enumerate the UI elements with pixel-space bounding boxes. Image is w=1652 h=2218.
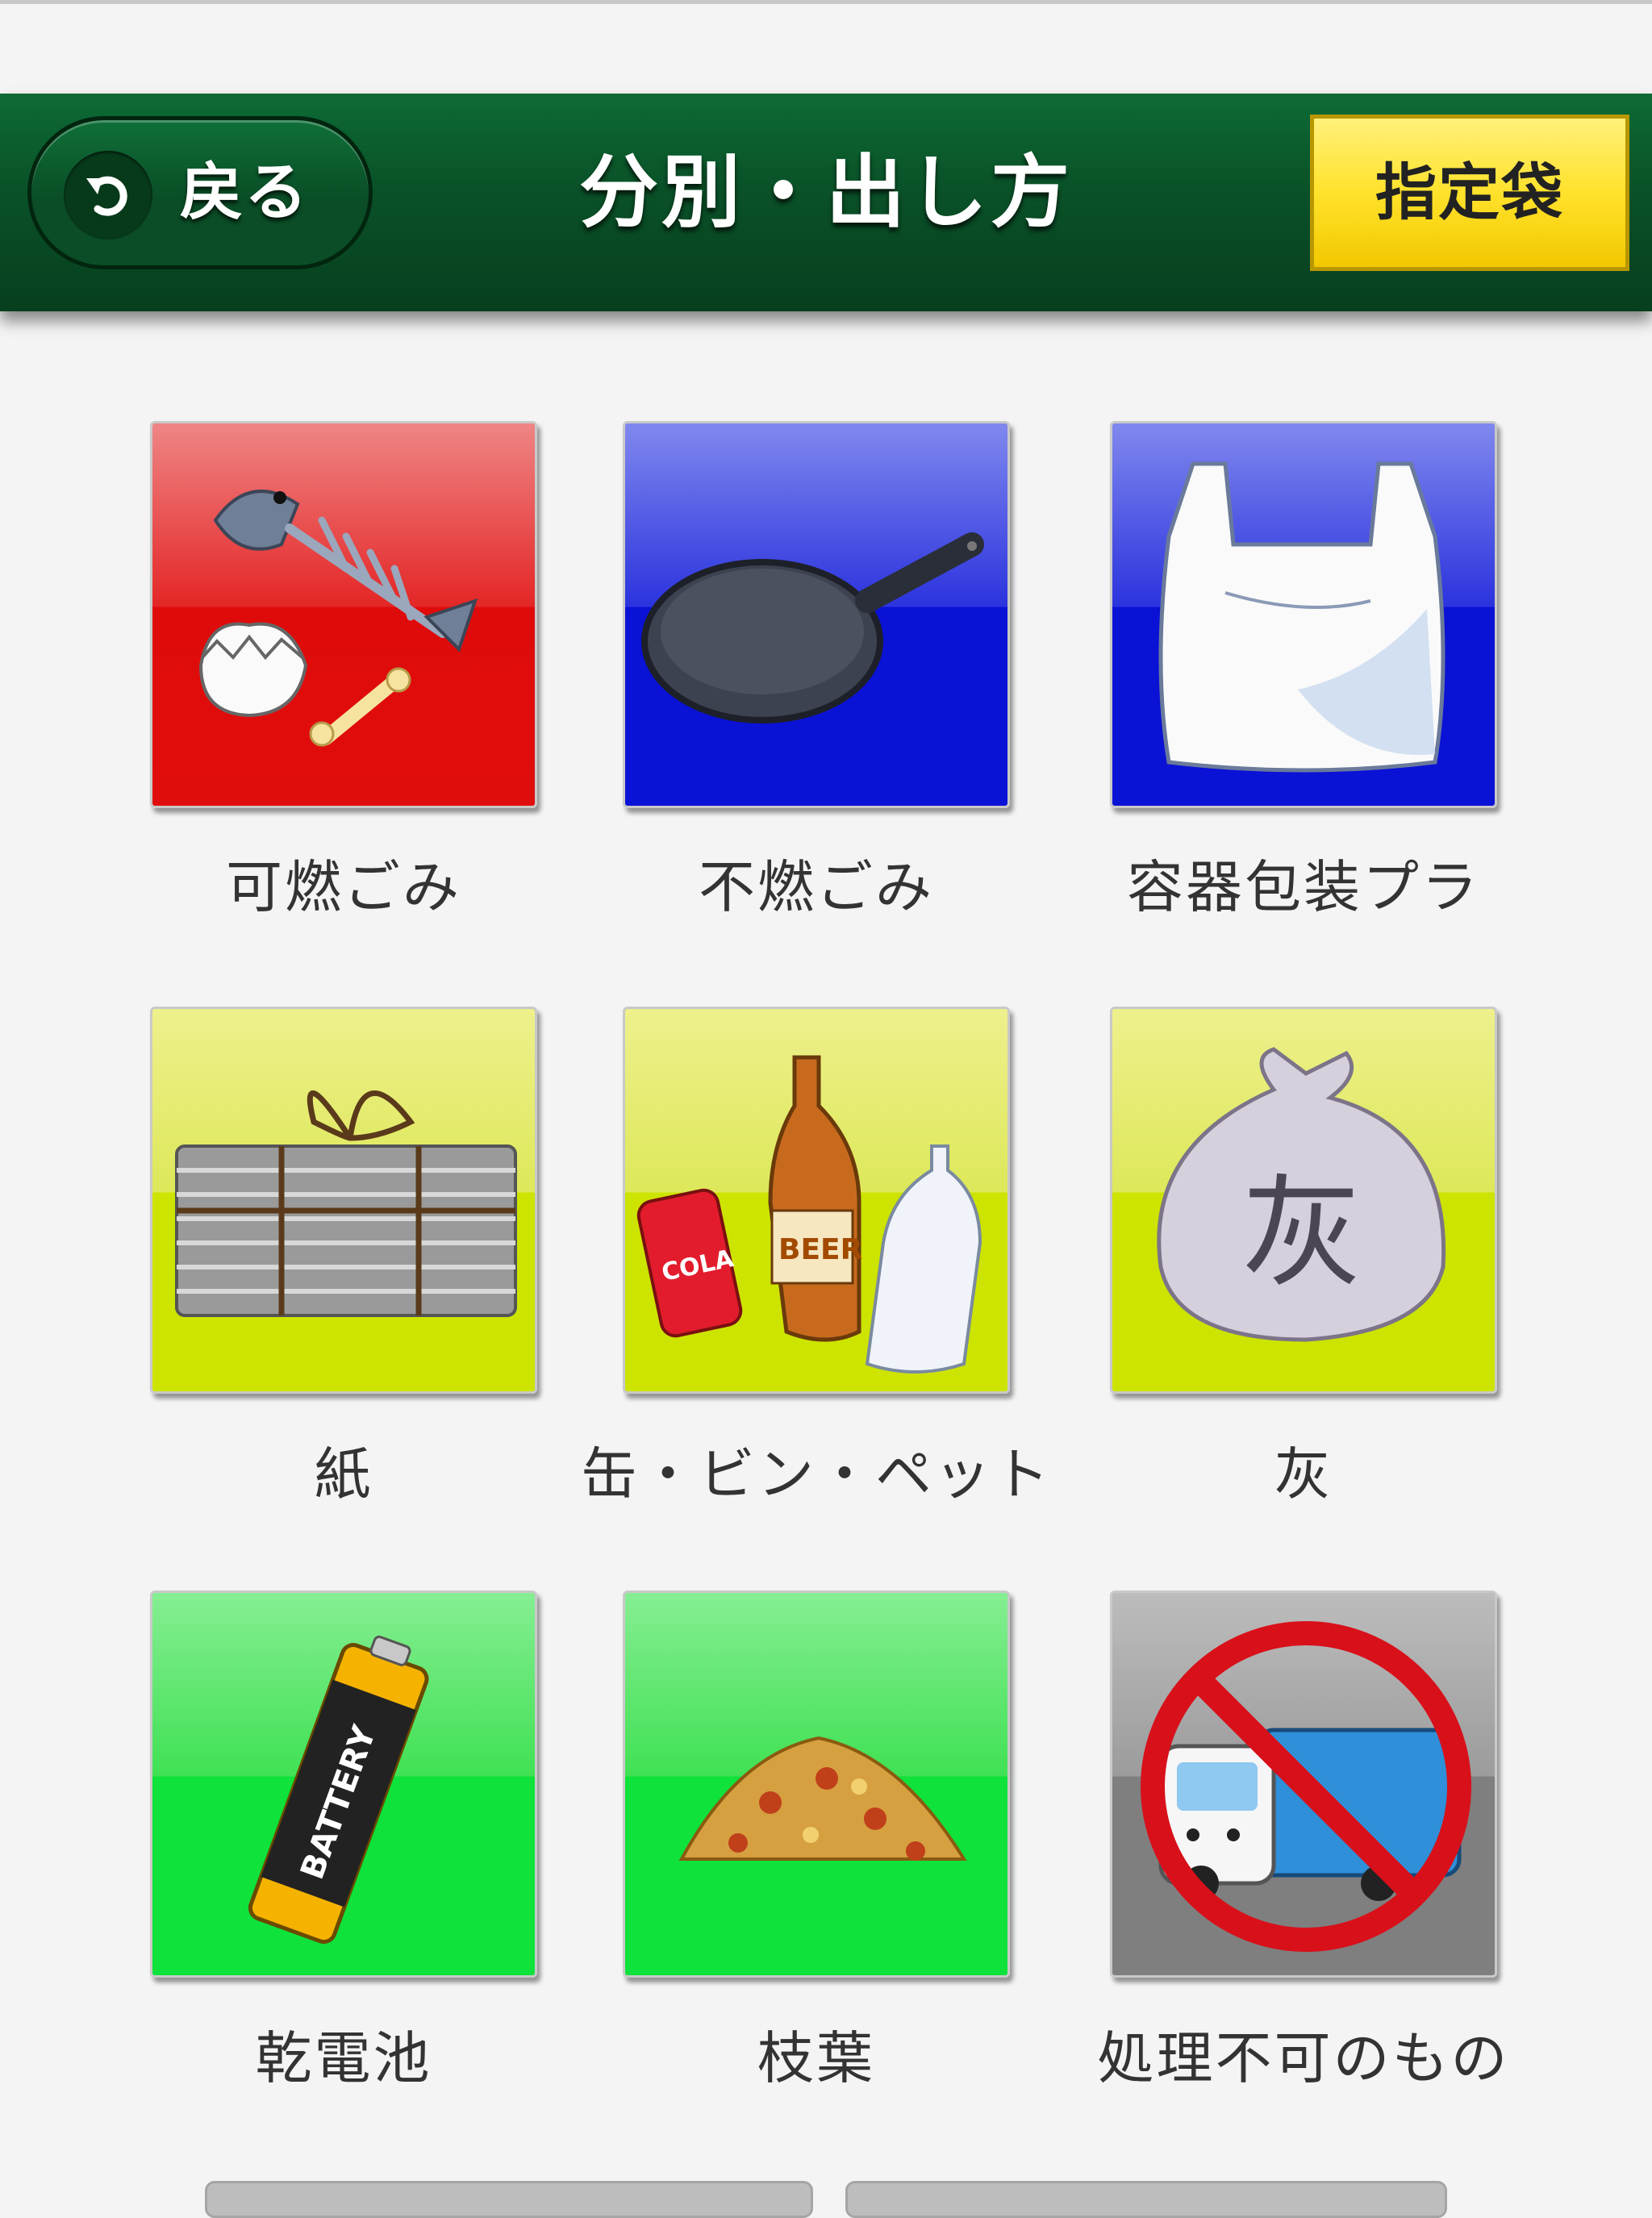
- app-header: 戻る 分別・出し方 指定袋: [0, 94, 1652, 311]
- category-tile-paper[interactable]: [150, 1007, 537, 1394]
- designated-bag-button[interactable]: 指定袋: [1310, 115, 1629, 271]
- battery-icon: BATTERY: [248, 1635, 429, 1945]
- category-label-nonburnable: 不燃ごみ: [699, 854, 934, 920]
- category-tile-nonburnable[interactable]: [623, 421, 1010, 808]
- back-button[interactable]: 戻る: [27, 116, 373, 269]
- category-label-burnable: 可燃ごみ: [226, 854, 461, 920]
- partial-card-left[interactable]: [205, 2181, 813, 2218]
- frying-pan-icon: [641, 532, 984, 723]
- category-label-plastic: 容器包装プラ: [1127, 854, 1480, 920]
- back-button-label: 戻る: [180, 156, 310, 229]
- category-label-cans-bottles: 缶・ビン・ペット: [581, 1441, 1052, 1507]
- ash-bag-icon: 灰: [1157, 1047, 1446, 1342]
- category-tile-cans-bottles[interactable]: COLA BEER: [623, 1007, 1010, 1394]
- page-title: 分別・出し方: [578, 147, 1073, 239]
- partial-card-right[interactable]: [845, 2181, 1447, 2218]
- can-bottle-pet-icon: COLA BEER: [636, 1055, 982, 1374]
- category-label-paper: 紙: [314, 1441, 373, 1507]
- plastic-bag-icon: [1158, 461, 1446, 773]
- svg-text:BEER: BEER: [778, 1233, 862, 1266]
- svg-text:灰: 灰: [1241, 1164, 1362, 1304]
- top-divider: [0, 0, 1652, 4]
- category-label-not-accepted: 処理不可のもの: [1097, 2025, 1510, 2091]
- leaf-pile-icon: [678, 1736, 967, 1861]
- category-label-batteries: 乾電池: [255, 2025, 432, 2091]
- no-garbage-truck-icon: [1141, 1621, 1471, 1952]
- category-tile-plastic[interactable]: [1110, 421, 1497, 808]
- category-tile-branches[interactable]: [623, 1591, 1010, 1978]
- undo-arrow-icon: [64, 151, 152, 240]
- category-tile-burnable[interactable]: [150, 421, 537, 808]
- category-tile-ash[interactable]: 灰: [1110, 1007, 1497, 1394]
- category-label-ash: 灰: [1274, 1441, 1333, 1507]
- fish-bone-icon: [198, 490, 478, 747]
- category-label-branches: 枝葉: [757, 2025, 875, 2091]
- category-tile-not-accepted[interactable]: [1110, 1591, 1497, 1978]
- category-tile-batteries[interactable]: BATTERY: [150, 1591, 537, 1978]
- newspaper-bundle-icon: [175, 1090, 517, 1317]
